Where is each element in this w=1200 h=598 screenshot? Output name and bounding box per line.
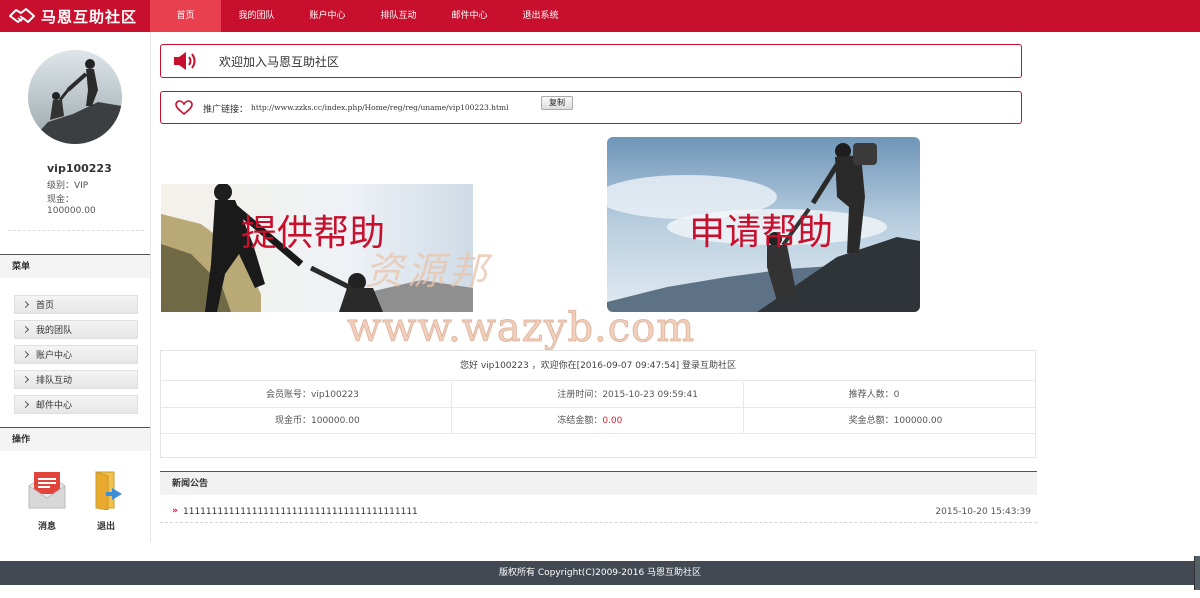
sidebar-item-account-center[interactable]: 账户中心 [14,345,138,364]
speaker-icon [174,52,196,70]
provide-help-label: 提供帮助 [241,213,386,254]
sidebar-item-label: 账户中心 [36,351,73,361]
news-title-link[interactable]: 1111111111111111111111111111111111111111… [183,507,418,517]
apply-help-label: 申请帮助 [689,212,834,253]
sidebar-item-label: 邮件中心 [36,401,73,411]
user-level: 级别：VIP [47,181,89,191]
info-value: 2015-10-23 09:59:41 [602,390,698,400]
info-cell-frozen-amount: 冻结金额： 0.00 [452,408,744,434]
user-cash-value: 100000.00 [47,206,96,216]
chevron-right-icon [21,325,30,334]
info-cell-member-account: 会员账号： vip100223 [161,382,453,408]
avatar [28,50,122,144]
notice-text: 欢迎加入马恩互助社区 [219,54,340,69]
info-label: 冻结金额： [557,416,603,426]
footer: 版权所有 Copyright(C)2009-2016 马恩互助社区 [0,561,1200,585]
nav-item-home[interactable]: 首页 [150,0,221,32]
folder-exit-icon [95,471,122,511]
scrollbar-handle[interactable] [1194,556,1200,590]
sidebar-item-home[interactable]: 首页 [14,295,138,314]
sidebar-item-queue[interactable]: 排队互动 [14,370,138,389]
news-section-title: 新闻公告 [160,471,1037,495]
nav-item-queue[interactable]: 排队互动 [363,0,434,32]
handshake-logo-icon [9,8,35,23]
left-sidebar: vip100223 级别：VIP 现金： 100000.00 菜单 首页 我的团… [0,32,151,542]
info-value: vip100223 [311,390,359,400]
site-logo[interactable]: 马恩互助社区 [0,0,150,32]
chevron-right-icon [21,400,30,409]
welcome-message: 您好 vip100223 ，欢迎你在[2016-09-07 09:47:54] … [161,351,1035,381]
messages-label: 消息 [37,522,56,532]
copy-button[interactable]: 复制 [541,96,573,110]
ops-section-title: 操作 [0,427,150,451]
provide-help-banner[interactable]: 提供帮助 [161,184,473,312]
referral-url[interactable]: http://www.zzks.cc/index.php/Home/reg/re… [251,103,509,112]
chevron-right-icon [21,350,30,359]
top-navbar: 马恩互助社区 首页 我的团队 账户中心 排队互动 邮件中心 退出系统 [0,0,1200,32]
messages-button[interactable]: 消息 [23,470,71,532]
info-cell-bonus-total: 奖金总额： 100000.00 [744,408,1035,434]
double-chevron-icon: » [172,506,178,516]
exit-label: 退出 [96,522,115,532]
list-item: » 11111111111111111111111111111111111111… [160,503,1037,523]
sidebar-item-label: 首页 [36,301,55,311]
mail-icon [28,472,66,509]
nav-item-account-center[interactable]: 账户中心 [292,0,363,32]
menu-section-title: 菜单 [0,254,150,278]
nav-item-mail-center[interactable]: 邮件中心 [434,0,505,32]
referral-link-bar: 推广链接： http://www.zzks.cc/index.php/Home/… [160,91,1022,124]
site-name: 马恩互助社区 [41,7,138,26]
info-label: 现金币： [274,416,311,426]
info-label: 推荐人数： [848,390,894,400]
info-value: 0 [893,390,900,400]
sidebar-menu: 首页 我的团队 账户中心 排队互动 邮件中心 [14,295,138,420]
notice-bar: 欢迎加入马恩互助社区 [160,44,1022,78]
user-name: vip100223 [47,162,112,175]
sidebar-item-label: 排队互动 [36,376,73,386]
info-cell-register-time: 注册时间： 2015-10-23 09:59:41 [452,382,744,408]
info-label: 奖金总额： [848,416,894,426]
main-nav: 首页 我的团队 账户中心 排队互动 邮件中心 退出系统 [150,0,576,32]
user-cash-label: 现金： [47,195,75,205]
chevron-right-icon [21,375,30,384]
info-value: 100000.00 [311,416,360,426]
exit-button[interactable]: 退出 [82,470,130,532]
table-row: 现金币： 100000.00 冻结金额： 0.00 奖金总额： 100000.0… [161,408,1035,434]
nav-item-logout[interactable]: 退出系统 [505,0,576,32]
chevron-right-icon [21,300,30,309]
info-value: 0.00 [602,416,623,426]
apply-help-banner[interactable]: 申请帮助 [607,137,920,312]
info-value: 100000.00 [893,416,943,426]
table-row: 会员账号： vip100223 注册时间： 2015-10-23 09:59:4… [161,382,1035,408]
divider [8,230,144,231]
news-date: 2015-10-20 15:43:39 [935,507,1031,517]
sidebar-item-label: 我的团队 [36,326,73,336]
heart-icon [175,100,193,115]
sidebar-item-my-team[interactable]: 我的团队 [14,320,138,339]
nav-item-my-team[interactable]: 我的团队 [221,0,292,32]
sidebar-item-mail-center[interactable]: 邮件中心 [14,395,138,414]
referral-label: 推广链接： [203,105,249,115]
info-label: 注册时间： [557,390,603,400]
info-label: 会员账号： [265,390,311,400]
account-info-panel: 您好 vip100223 ，欢迎你在[2016-09-07 09:47:54] … [160,350,1036,458]
info-cell-referral-count: 推荐人数： 0 [744,382,1035,408]
info-cell-cash-coin: 现金币： 100000.00 [161,408,453,434]
